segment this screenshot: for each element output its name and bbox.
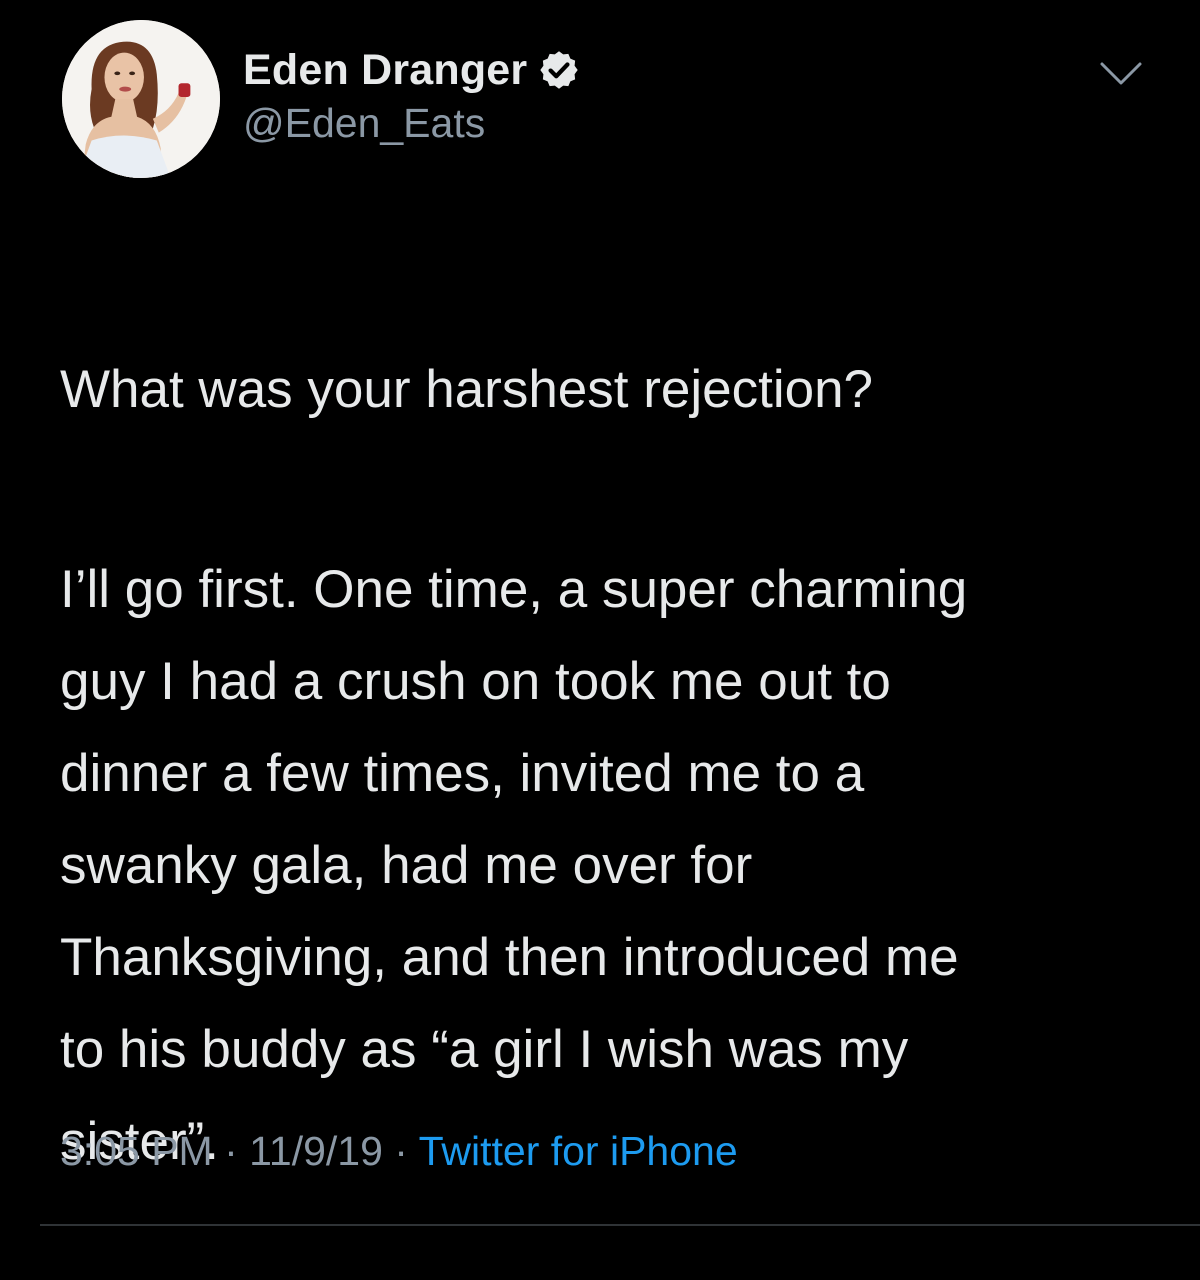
avatar[interactable] (62, 20, 220, 178)
tweet-paragraph: What was your harshest rejection? (60, 360, 874, 419)
tweet-body: What was your harshest rejection? I’ll g… (60, 252, 1170, 1280)
divider (40, 1224, 1200, 1226)
tweet-source-link[interactable]: Twitter for iPhone (419, 1128, 738, 1174)
tweet-date[interactable]: 11/9/19 (249, 1128, 383, 1174)
meta-separator: · (382, 1128, 419, 1174)
verified-badge-icon (537, 48, 581, 92)
meta-separator: · (212, 1128, 250, 1174)
author-name-row: Eden Dranger (243, 42, 581, 98)
chevron-down-icon[interactable] (1098, 58, 1144, 90)
profile-photo (62, 20, 220, 178)
tweet-time[interactable]: 3:05 PM (60, 1128, 213, 1174)
author-display-name[interactable]: Eden Dranger (243, 46, 527, 95)
author-handle[interactable]: @Eden_Eats (243, 100, 485, 147)
tweet-metadata: 3:05 PM · 11/9/19 · Twitter for iPhone (60, 1128, 738, 1175)
tweet-paragraph: I’ll go first. One time, a super charmin… (60, 560, 968, 1171)
